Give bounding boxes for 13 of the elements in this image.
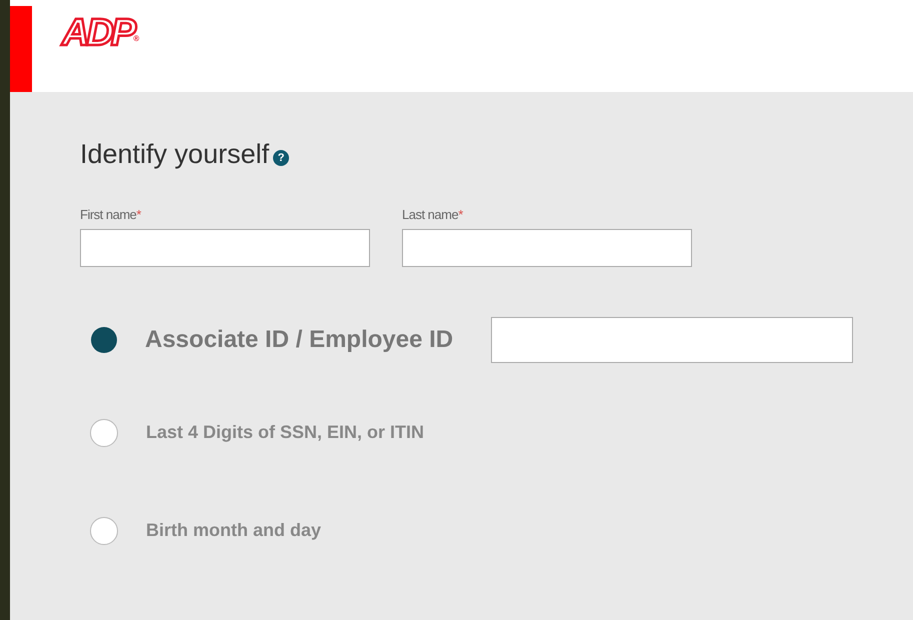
- id-field[interactable]: [491, 316, 854, 362]
- text-field[interactable]: [402, 228, 692, 266]
- field-label: Last name*: [402, 206, 463, 224]
- radio-button[interactable]: [90, 418, 118, 446]
- radio-button[interactable]: [90, 516, 118, 544]
- option-label: Last 4 Digits of SSN, EIN, or ITIN: [146, 421, 424, 444]
- option-label: Birth month and day: [146, 519, 321, 542]
- help-icon[interactable]: ?: [273, 150, 290, 166]
- text-field[interactable]: [80, 228, 370, 266]
- form-title: Identify yourself: [80, 138, 270, 171]
- radio-button[interactable]: [91, 326, 117, 352]
- option-label: Associate ID / Employee ID: [145, 324, 454, 354]
- field-label: First name*: [80, 206, 141, 224]
